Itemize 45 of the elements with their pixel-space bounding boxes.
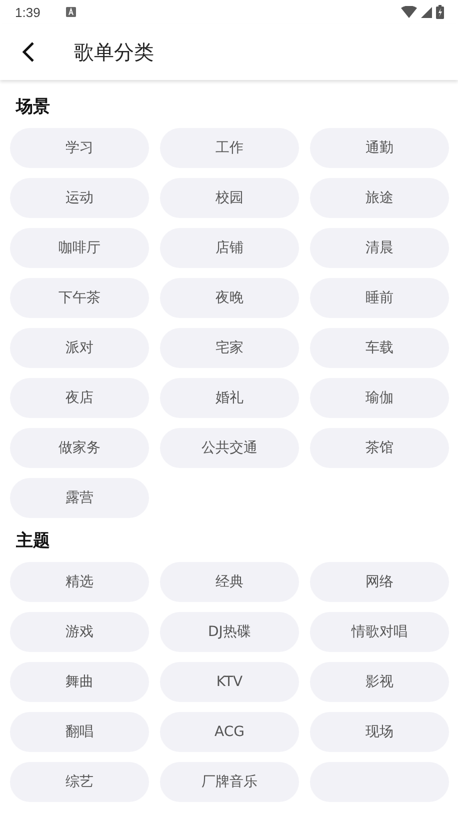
signal-icon — [421, 6, 432, 18]
page-title: 歌单分类 — [74, 38, 154, 66]
category-chip[interactable]: 舞曲 — [10, 662, 149, 702]
category-chip[interactable]: 店铺 — [160, 228, 299, 268]
category-chip[interactable]: 网络 — [310, 562, 449, 602]
back-icon[interactable] — [21, 41, 35, 63]
category-chip[interactable]: 游戏 — [10, 612, 149, 652]
category-chip[interactable]: 睡前 — [310, 278, 449, 318]
category-chip[interactable]: ACG — [160, 712, 299, 752]
category-chip[interactable]: 派对 — [10, 328, 149, 368]
category-chip[interactable]: 婚礼 — [160, 378, 299, 418]
category-chip[interactable]: 现场 — [310, 712, 449, 752]
category-chip[interactable]: 翻唱 — [10, 712, 149, 752]
category-chip[interactable]: 清晨 — [310, 228, 449, 268]
category-chip[interactable]: 运动 — [10, 178, 149, 218]
status-time: 1:39 — [15, 4, 40, 20]
section-title: 主题 — [15, 530, 51, 553]
category-chip[interactable]: 通勤 — [310, 128, 449, 168]
category-chip[interactable]: DJ热碟 — [160, 612, 299, 652]
category-chip[interactable]: 旅途 — [310, 178, 449, 218]
category-chip[interactable]: 露营 — [10, 478, 149, 518]
category-chip[interactable]: 车载 — [310, 328, 449, 368]
category-chip[interactable]: 下午茶 — [10, 278, 149, 318]
category-chip[interactable]: 咖啡厅 — [10, 228, 149, 268]
category-chip[interactable]: 综艺 — [10, 762, 149, 802]
battery-icon — [436, 5, 444, 19]
category-chip[interactable]: 夜店 — [10, 378, 149, 418]
category-chip[interactable]: 经典 — [160, 562, 299, 602]
category-chip[interactable]: 学习 — [10, 128, 149, 168]
category-chip[interactable]: 夜晚 — [160, 278, 299, 318]
category-chip[interactable]: 校园 — [160, 178, 299, 218]
category-chip[interactable]: 厂牌音乐 — [160, 762, 299, 802]
category-chip[interactable]: 情歌对唱 — [310, 612, 449, 652]
category-chip[interactable]: 瑜伽 — [310, 378, 449, 418]
category-chip[interactable]: 做家务 — [10, 428, 149, 468]
category-chip[interactable]: KTV — [160, 662, 299, 702]
wifi-icon — [401, 6, 417, 18]
category-chip[interactable]: 影视 — [310, 662, 449, 702]
category-chip[interactable]: 茶馆 — [310, 428, 449, 468]
category-chip[interactable]: 工作 — [160, 128, 299, 168]
category-chip[interactable]: 精选 — [10, 562, 149, 602]
category-chip[interactable]: 宅家 — [160, 328, 299, 368]
section-title: 场景 — [14, 96, 51, 119]
notification-icon — [66, 7, 76, 17]
category-chip[interactable]: 公共交通 — [160, 428, 299, 468]
